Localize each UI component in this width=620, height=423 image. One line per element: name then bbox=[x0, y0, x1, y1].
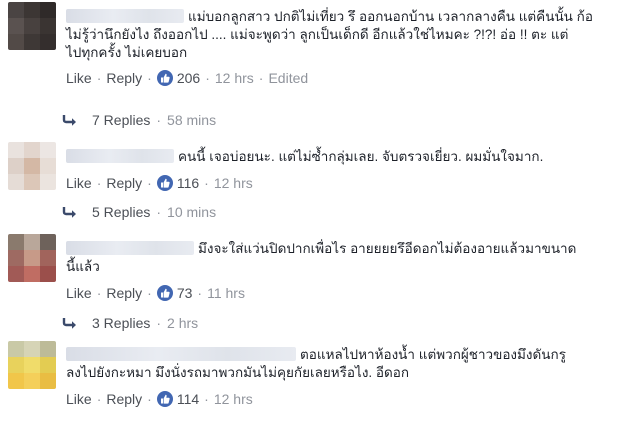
commenter-name[interactable] bbox=[66, 149, 174, 163]
avatar[interactable] bbox=[8, 234, 56, 282]
timestamp[interactable]: 12 hrs bbox=[215, 69, 254, 87]
replies-count[interactable]: 3 Replies bbox=[92, 315, 150, 331]
separator: · bbox=[96, 285, 102, 301]
separator: · bbox=[205, 70, 210, 86]
reply-link[interactable]: Reply bbox=[106, 284, 142, 302]
timestamp[interactable]: 11 hrs bbox=[207, 284, 245, 302]
reply-link[interactable]: Reply bbox=[106, 69, 142, 87]
like-count[interactable]: 114 bbox=[177, 390, 199, 408]
replies-timestamp: 2 hrs bbox=[167, 315, 199, 331]
separator: · bbox=[147, 285, 152, 301]
separator: · bbox=[156, 204, 162, 220]
replies-timestamp: 58 mins bbox=[167, 112, 217, 128]
thumbs-up-icon[interactable] bbox=[156, 70, 173, 86]
commenter-name[interactable] bbox=[66, 347, 296, 361]
separator: · bbox=[156, 315, 162, 331]
comment-actions: Like · Reply · 116 · 12 hrs bbox=[66, 174, 612, 192]
separator: · bbox=[204, 391, 209, 407]
timestamp[interactable]: 12 hrs bbox=[214, 174, 253, 192]
thumbs-up-icon[interactable] bbox=[156, 175, 173, 191]
separator: · bbox=[197, 285, 203, 301]
avatar[interactable] bbox=[8, 142, 56, 190]
comment-text-line: มึงจะใส่แว่นปิดปากเพื่อไร อายยยยรึอีดอกไ… bbox=[66, 240, 612, 258]
separator: · bbox=[96, 175, 102, 191]
commenter-name[interactable] bbox=[66, 241, 194, 255]
reply-link[interactable]: Reply bbox=[106, 390, 142, 408]
comment-text-line: ไม่รู้ว่านึกยังไง ถึงออกไป .... แม่จะพูด… bbox=[66, 27, 569, 42]
like-link[interactable]: Like bbox=[66, 390, 92, 408]
commenter-name[interactable] bbox=[66, 9, 184, 23]
like-count[interactable]: 73 bbox=[177, 284, 193, 302]
comment-text-line: ตอแหลไปหาห้องน้ำ แต่พวกผู้ชาวของมึงดันกร… bbox=[66, 346, 612, 364]
separator: · bbox=[204, 175, 209, 191]
avatar[interactable] bbox=[8, 341, 56, 389]
like-link[interactable]: Like bbox=[66, 284, 92, 302]
thumbs-up-icon[interactable] bbox=[156, 285, 173, 301]
reply-link[interactable]: Reply bbox=[106, 174, 142, 192]
separator: · bbox=[258, 70, 264, 86]
comment-text-line: ไปทุกครั้ง ไม่เคยบอก bbox=[66, 45, 188, 60]
comment-text-line: ลงไปยังกะหมา มึงนั่งรถมาพวกมันไม่คุยกัยเ… bbox=[66, 365, 410, 380]
like-link[interactable]: Like bbox=[66, 69, 92, 87]
replies-count[interactable]: 5 Replies bbox=[92, 204, 150, 220]
comment-actions: Like · Reply · 114 · 12 hrs bbox=[66, 390, 612, 408]
separator: · bbox=[96, 391, 102, 407]
replies-count[interactable]: 7 Replies bbox=[92, 112, 150, 128]
thumbs-up-icon[interactable] bbox=[156, 391, 173, 407]
view-replies[interactable]: 5 Replies · 10 mins bbox=[62, 204, 216, 220]
avatar[interactable] bbox=[8, 2, 56, 50]
separator: · bbox=[147, 391, 152, 407]
like-count[interactable]: 116 bbox=[177, 174, 199, 192]
view-replies[interactable]: 3 Replies · 2 hrs bbox=[62, 315, 198, 331]
comment-text-line: นี้แล้ว bbox=[66, 259, 100, 274]
comment-text-line: แม่บอกลูกสาว ปกติไม่เที่ยว รึ ออกนอกบ้าน… bbox=[66, 8, 612, 26]
comment-text-line: คนนี้ เจอบ่อยนะ. แต่ไม่ซ้ำกลุ่มเลย. จับต… bbox=[66, 148, 612, 166]
timestamp[interactable]: 12 hrs bbox=[214, 390, 253, 408]
comment-actions: Like · Reply · 73 · 11 hrs bbox=[66, 284, 612, 302]
separator: · bbox=[147, 70, 152, 86]
view-replies[interactable]: 7 Replies · 58 mins bbox=[62, 112, 216, 128]
like-count[interactable]: 206 bbox=[177, 69, 200, 87]
reply-arrow-icon bbox=[62, 207, 76, 218]
comment-actions: Like · Reply · 206 · 12 hrs · Edited bbox=[66, 69, 612, 87]
reply-arrow-icon bbox=[62, 318, 76, 329]
separator: · bbox=[96, 70, 102, 86]
replies-timestamp: 10 mins bbox=[167, 204, 217, 220]
separator: · bbox=[147, 175, 152, 191]
reply-arrow-icon bbox=[62, 115, 76, 126]
edited-label[interactable]: Edited bbox=[268, 69, 308, 87]
like-link[interactable]: Like bbox=[66, 174, 92, 192]
separator: · bbox=[156, 112, 162, 128]
